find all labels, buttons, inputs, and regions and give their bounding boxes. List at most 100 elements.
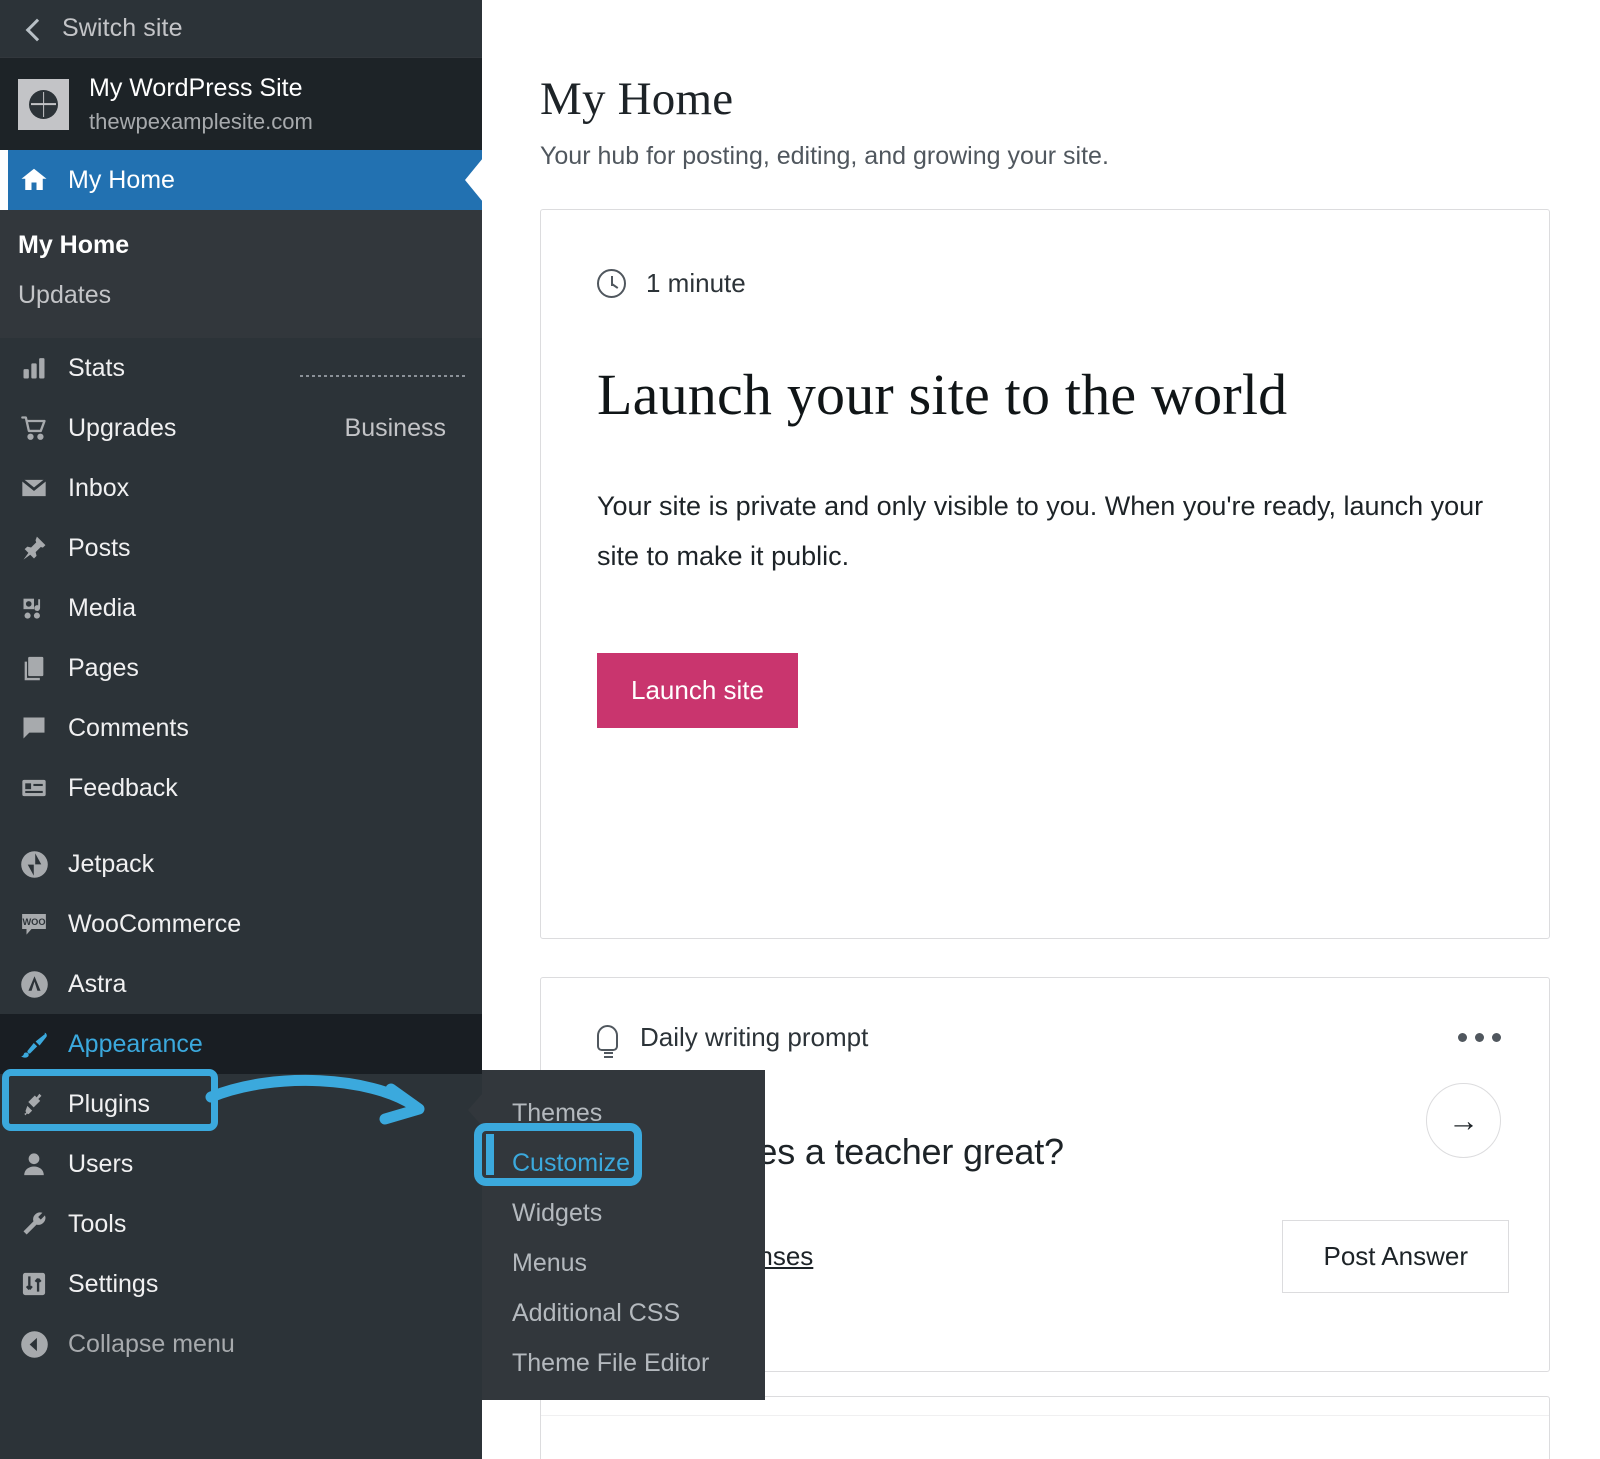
sidebar-item-my-home[interactable]: My Home [0, 150, 482, 210]
sidebar-item-label: Inbox [68, 473, 130, 502]
post-answer-button[interactable]: Post Answer [1282, 1220, 1509, 1293]
flyout-item-menus[interactable]: Menus [482, 1238, 765, 1288]
sidebar-item-label: Users [68, 1149, 134, 1178]
user-icon [14, 1150, 54, 1178]
sidebar-menu: My Home My Home Updates Stats Upgrades B… [0, 150, 482, 1374]
flyout-item-theme-file-editor[interactable]: Theme File Editor [482, 1338, 765, 1388]
flyout-item-additional-css[interactable]: Additional CSS [482, 1288, 765, 1338]
sidebar-item-label: Feedback [68, 773, 178, 802]
sidebar-item-settings[interactable]: Settings [0, 1254, 482, 1314]
feedback-icon [14, 774, 54, 802]
sidebar-item-pages[interactable]: Pages [0, 638, 482, 698]
wordpress-admin-screen: Switch site My WordPress Site thewpexamp… [0, 0, 1600, 1459]
collapse-menu-label: Collapse menu [68, 1329, 235, 1358]
plug-icon [14, 1090, 54, 1118]
sidebar-item-label: Comments [68, 713, 189, 742]
launch-card-body: Your site is private and only visible to… [597, 491, 1484, 571]
sidebar-item-label: WooCommerce [68, 909, 242, 938]
stats-sparkline-placeholder [300, 375, 468, 377]
sidebar-item-upgrades[interactable]: Upgrades Business [0, 398, 482, 458]
prompt-header: Daily writing prompt [597, 1022, 1501, 1054]
carousel-next-button[interactable]: → [1477, 1449, 1507, 1459]
sidebar-item-feedback[interactable]: Feedback [0, 758, 482, 818]
dot [1492, 1033, 1501, 1042]
admin-sidebar: Switch site My WordPress Site thewpexamp… [0, 0, 482, 1459]
sidebar-item-inbox[interactable]: Inbox [0, 458, 482, 518]
globe-icon [29, 89, 58, 119]
bottom-carousel-card: ← → [540, 1396, 1550, 1459]
sidebar-item-label: Upgrades [68, 413, 177, 442]
carousel-prev-button[interactable]: ← [1407, 1449, 1437, 1459]
launch-card-heading: Launch your site to the world [597, 362, 1288, 427]
launch-site-button[interactable]: Launch site [597, 653, 798, 729]
sidebar-item-label: Astra [68, 969, 127, 998]
appearance-flyout-submenu: Themes Customize Widgets Menus Additiona… [468, 1070, 765, 1400]
flyout-item-themes[interactable]: Themes [482, 1088, 765, 1138]
sidebar-item-astra[interactable]: Astra [0, 954, 482, 1014]
menu-group-divider [0, 818, 482, 834]
cart-icon [14, 414, 54, 442]
prompt-label: Daily writing prompt [640, 1022, 869, 1052]
submenu-item-updates[interactable]: Updates [0, 270, 482, 320]
sidebar-item-posts[interactable]: Posts [0, 518, 482, 578]
sidebar-item-appearance[interactable]: Appearance [0, 1014, 482, 1074]
wrench-icon [14, 1210, 54, 1238]
sidebar-item-label: Stats [68, 353, 125, 382]
collapse-left-icon [14, 1330, 54, 1359]
svg-text:WOO: WOO [22, 917, 45, 927]
submenu-item-my-home[interactable]: My Home [0, 220, 482, 270]
dot [1458, 1033, 1467, 1042]
sidebar-item-plugins[interactable]: Plugins [0, 1074, 482, 1134]
upgrades-plan-badge: Business [344, 413, 446, 442]
astra-icon [14, 970, 54, 999]
jetpack-icon [14, 850, 54, 879]
launch-site-card: 1 minute Launch your site to the world Y… [540, 209, 1550, 939]
site-meta: My WordPress Site thewpexamplesite.com [89, 73, 313, 134]
pin-icon [14, 534, 54, 562]
switch-site-label: Switch site [62, 14, 183, 42]
sidebar-item-media[interactable]: Media [0, 578, 482, 638]
switch-site-button[interactable]: Switch site [0, 0, 482, 58]
chevron-left-icon [22, 18, 44, 40]
brush-icon [14, 1030, 54, 1059]
pages-icon [14, 654, 54, 682]
duration-label: 1 minute [646, 268, 746, 298]
comment-icon [14, 714, 54, 742]
sidebar-item-label: Appearance [68, 1029, 203, 1058]
dot [1475, 1033, 1484, 1042]
lightbulb-icon [597, 1024, 618, 1054]
site-avatar [18, 78, 69, 130]
prompt-next-arrow-button[interactable]: → [1426, 1083, 1501, 1158]
flyout-item-widgets[interactable]: Widgets [482, 1188, 765, 1238]
site-name: My WordPress Site [89, 74, 303, 103]
sidebar-item-tools[interactable]: Tools [0, 1194, 482, 1254]
sidebar-item-comments[interactable]: Comments [0, 698, 482, 758]
sidebar-item-label: Plugins [68, 1089, 150, 1118]
sidebar-item-jetpack[interactable]: Jetpack [0, 834, 482, 894]
flyout-item-customize[interactable]: Customize [482, 1138, 765, 1188]
sidebar-item-label: Pages [68, 653, 139, 682]
sidebar-item-woocommerce[interactable]: WOO WooCommerce [0, 894, 482, 954]
sidebar-item-label: Media [68, 593, 137, 622]
sidebar-item-label: Tools [68, 1209, 127, 1238]
sidebar-item-label: My Home [68, 165, 175, 194]
current-site-card[interactable]: My WordPress Site thewpexamplesite.com [0, 58, 482, 150]
page-subtitle: Your hub for posting, editing, and growi… [540, 142, 1109, 170]
woocommerce-icon: WOO [14, 909, 54, 939]
card-meta-row: 1 minute [597, 268, 1493, 299]
site-url: thewpexamplesite.com [89, 108, 313, 134]
sidebar-item-users[interactable]: Users [0, 1134, 482, 1194]
prompt-more-menu-button[interactable] [1458, 1033, 1501, 1042]
collapse-menu-button[interactable]: Collapse menu [0, 1314, 482, 1374]
clock-icon [597, 269, 626, 298]
sliders-icon [14, 1270, 54, 1298]
page-title: My Home [540, 73, 734, 125]
media-icon [14, 594, 54, 622]
sidebar-item-stats[interactable]: Stats [0, 338, 482, 398]
envelope-icon [14, 474, 54, 502]
sidebar-item-label: Posts [68, 533, 131, 562]
bar-chart-icon [14, 354, 54, 382]
sidebar-item-label: Settings [68, 1269, 159, 1298]
home-icon [14, 165, 54, 195]
carousel-arrows: ← → [1407, 1449, 1507, 1459]
